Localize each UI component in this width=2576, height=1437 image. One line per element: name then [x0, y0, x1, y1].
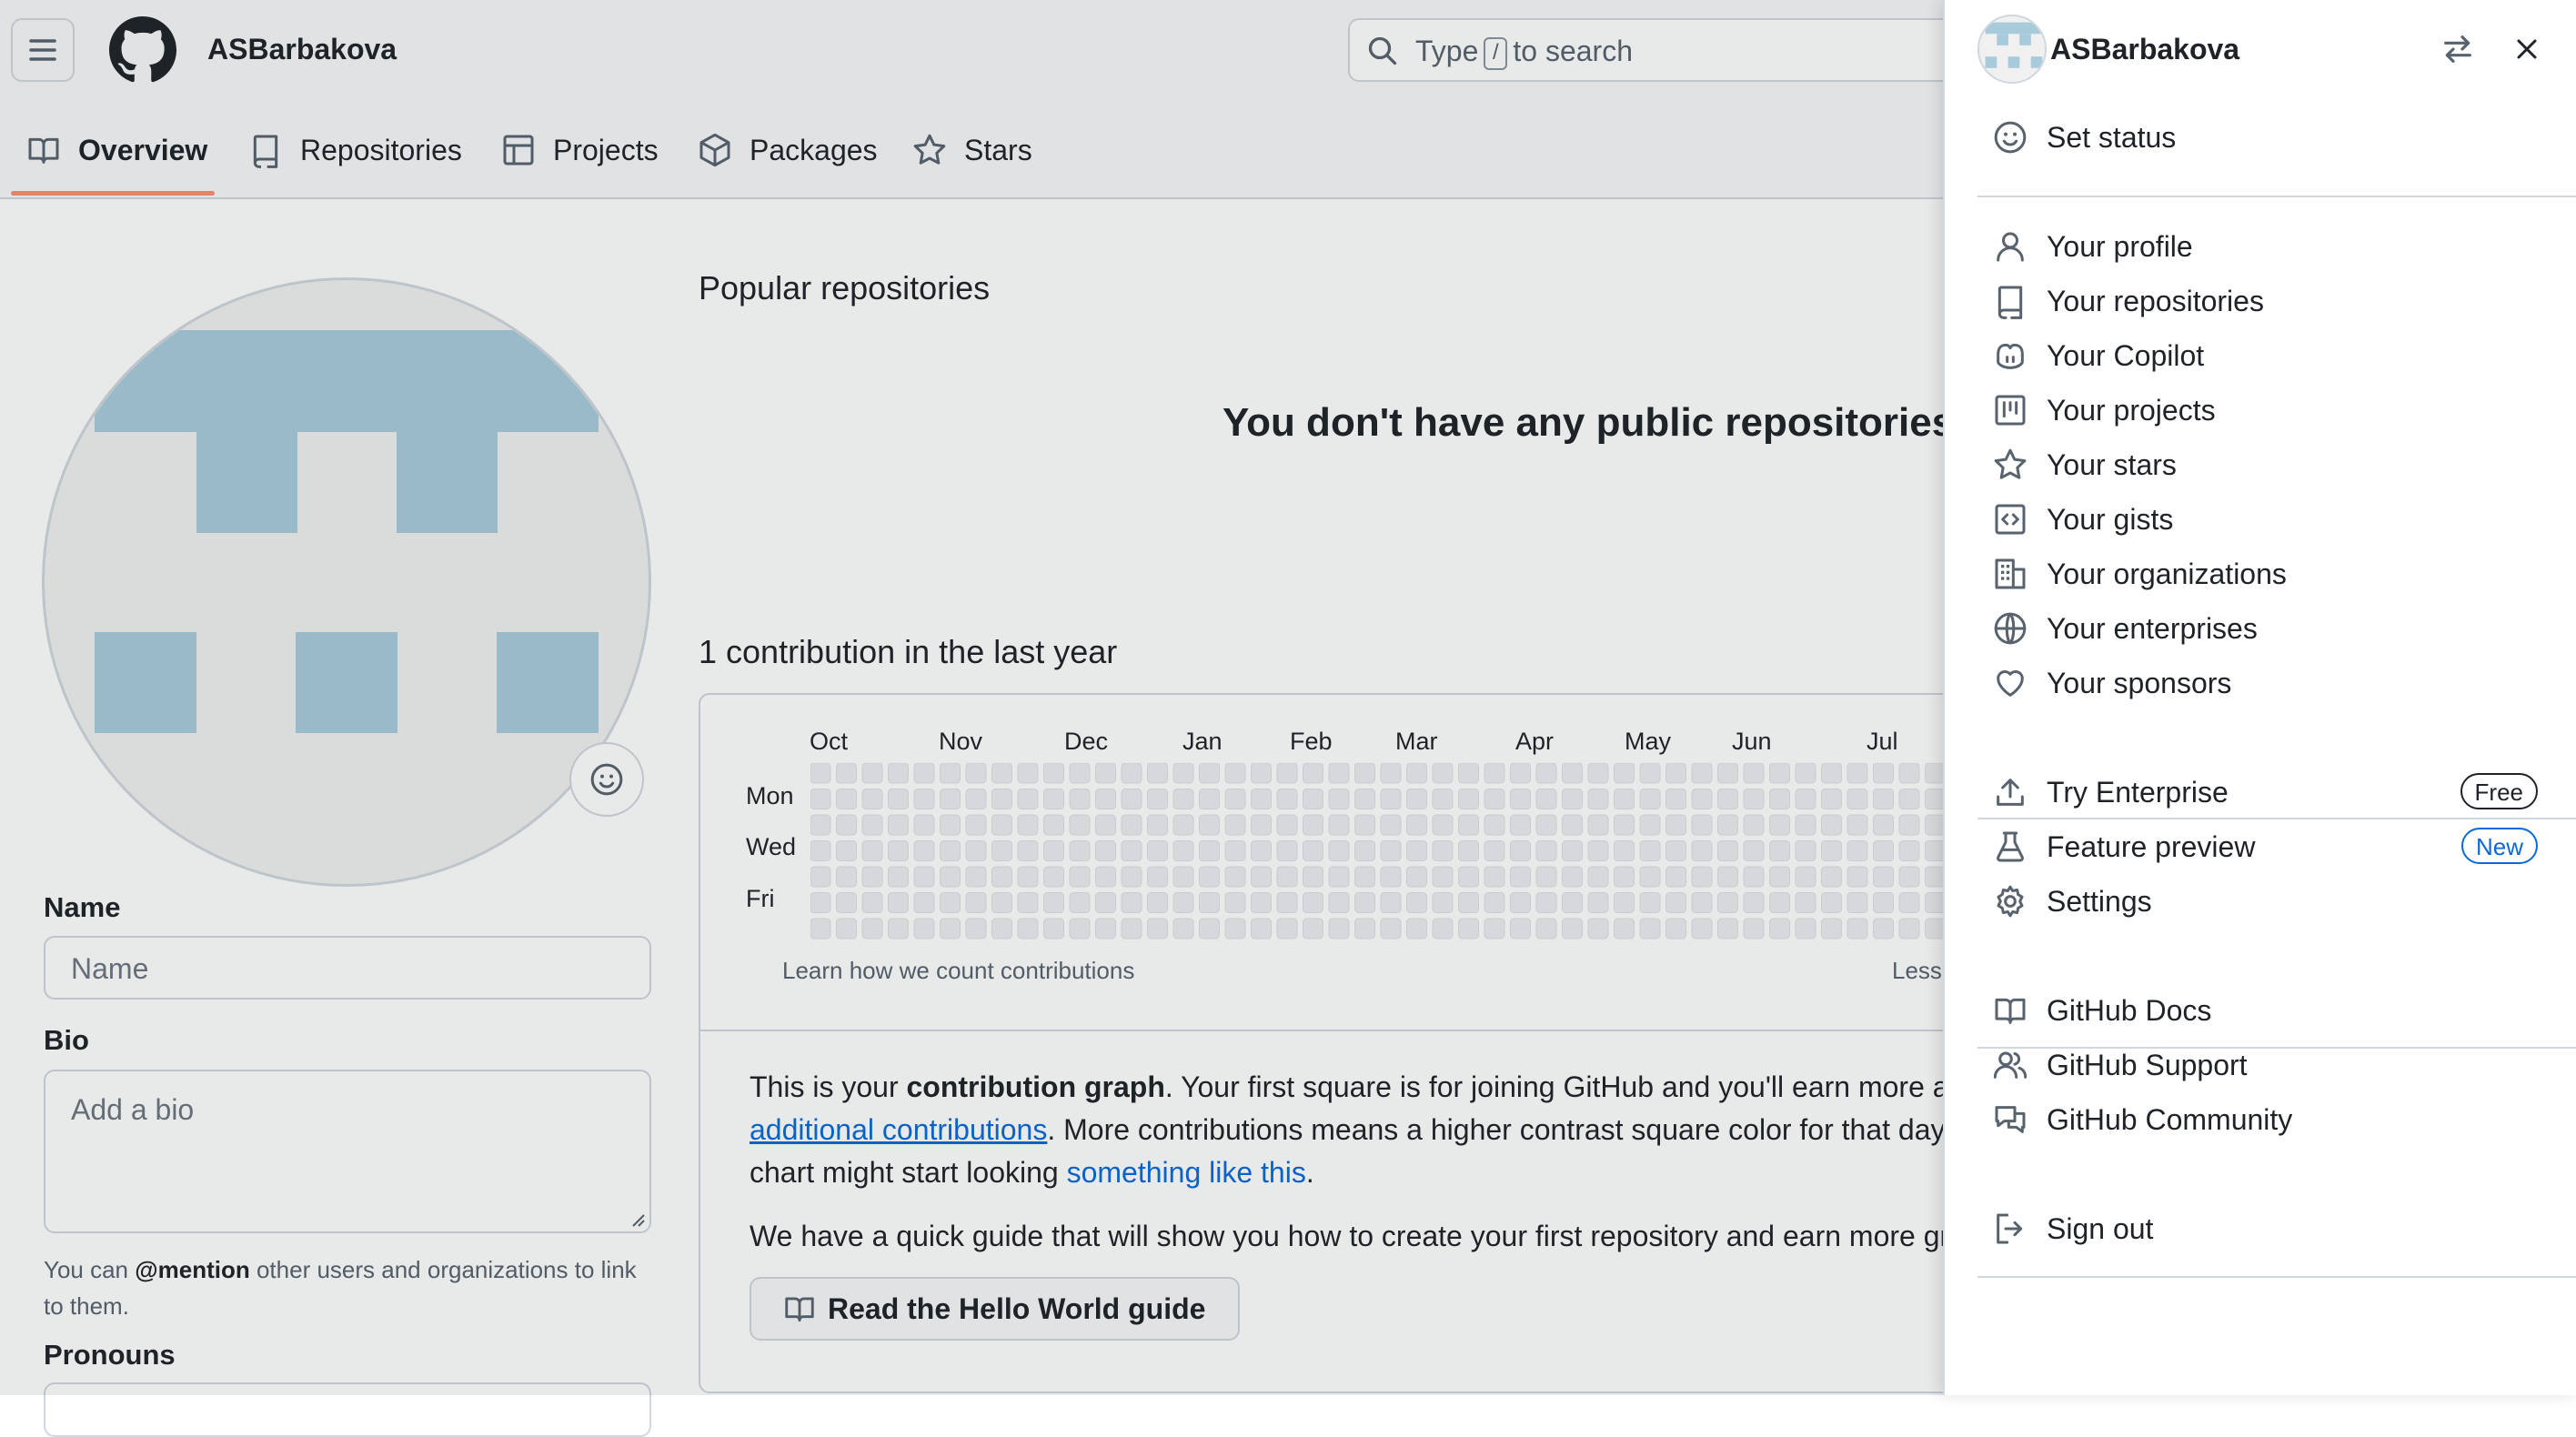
globe-icon: [1994, 612, 2027, 645]
identicon: [1985, 22, 2043, 68]
people-icon: [1993, 1051, 2028, 1079]
menu-item-label: Your gists: [2047, 502, 2174, 536]
menu-item-label: Your profile: [2047, 229, 2193, 263]
smiley-icon: [1994, 121, 2027, 154]
menu-item-label: Your stars: [2047, 447, 2177, 481]
menu-item-label: GitHub Support: [2047, 1048, 2248, 1081]
drawer-username: ASBarbakova: [2050, 33, 2240, 65]
menu-item-feature-preview[interactable]: Feature preview New: [1992, 819, 2556, 874]
menu-item-your-gists[interactable]: Your gists: [1992, 492, 2556, 547]
menu-item-github-docs[interactable]: GitHub Docs: [1992, 983, 2556, 1038]
menu-item-your-sponsors[interactable]: Your sponsors: [1992, 656, 2556, 710]
menu-item-label: Your Copilot: [2047, 338, 2205, 372]
book-icon: [1995, 998, 2026, 1024]
menu-item-your-organizations[interactable]: Your organizations: [1992, 547, 2556, 601]
switch-account-button[interactable]: [2440, 31, 2476, 67]
project-icon: [1995, 395, 2026, 426]
organization-icon: [1995, 558, 2026, 589]
backdrop-overlay[interactable]: [0, 0, 1943, 1395]
menu-item-label: Your organizations: [2047, 557, 2287, 590]
close-icon: [2517, 39, 2537, 59]
menu-item-your-enterprises[interactable]: Your enterprises: [1992, 601, 2556, 656]
menu-item-set-status[interactable]: Set status: [1992, 110, 2556, 165]
close-drawer-button[interactable]: [2511, 33, 2543, 65]
menu-item-your-copilot[interactable]: Your Copilot: [1992, 328, 2556, 383]
menu-item-your-repositories[interactable]: Your repositories: [1992, 274, 2556, 328]
person-icon: [1997, 232, 2024, 262]
menu-item-label: GitHub Docs: [2047, 993, 2212, 1027]
drawer-avatar[interactable]: [1977, 15, 2047, 84]
menu-separator: [1977, 196, 2576, 197]
menu-item-label: Your enterprises: [2047, 611, 2258, 645]
menu-item-github-support[interactable]: GitHub Support: [1992, 1038, 2556, 1092]
heart-icon: [1997, 670, 2024, 697]
menu-item-sign-out[interactable]: Sign out: [1992, 1201, 2556, 1256]
menu-item-github-community[interactable]: GitHub Community: [1992, 1092, 2556, 1147]
menu-item-label: Settings: [2047, 884, 2152, 918]
menu-item-your-profile[interactable]: Your profile: [1992, 219, 2556, 274]
menu-item-settings[interactable]: Settings: [1992, 874, 2556, 929]
menu-item-label: Sign out: [2047, 1211, 2154, 1245]
menu-item-your-projects[interactable]: Your projects: [1992, 383, 2556, 437]
menu-item-label: Your repositories: [2047, 284, 2264, 317]
comment-discussion-icon: [1995, 1106, 2026, 1133]
menu-item-label: Try Enterprise: [2047, 775, 2229, 809]
menu-item-try-enterprise[interactable]: Try Enterprise Free: [1992, 765, 2556, 819]
star-icon: [1994, 448, 2027, 479]
menu-item-label: Your projects: [2047, 393, 2216, 427]
menu-item-label: Feature preview: [2047, 829, 2256, 863]
user-menu-drawer: ASBarbakova Set status Your profile Your r…: [1943, 0, 2576, 1395]
menu-separator: [1977, 1276, 2576, 1278]
menu-item-label: Your sponsors: [2047, 666, 2232, 699]
gear-icon: [1997, 885, 2024, 918]
menu-item-label: GitHub Community: [2047, 1102, 2293, 1136]
badge-free: Free: [2460, 773, 2538, 809]
code-square-icon: [1995, 504, 2026, 535]
beaker-icon: [1997, 831, 2024, 862]
upload-icon: [1997, 779, 2024, 806]
menu-item-your-stars[interactable]: Your stars: [1992, 437, 2556, 492]
arrow-switch-icon: [2444, 35, 2471, 63]
badge-new: New: [2460, 828, 2538, 864]
sign-out-icon: [1997, 1213, 2023, 1244]
repo-icon: [1997, 286, 2023, 319]
menu-item-label: Set status: [2047, 120, 2177, 154]
copilot-icon: [1997, 343, 2024, 369]
